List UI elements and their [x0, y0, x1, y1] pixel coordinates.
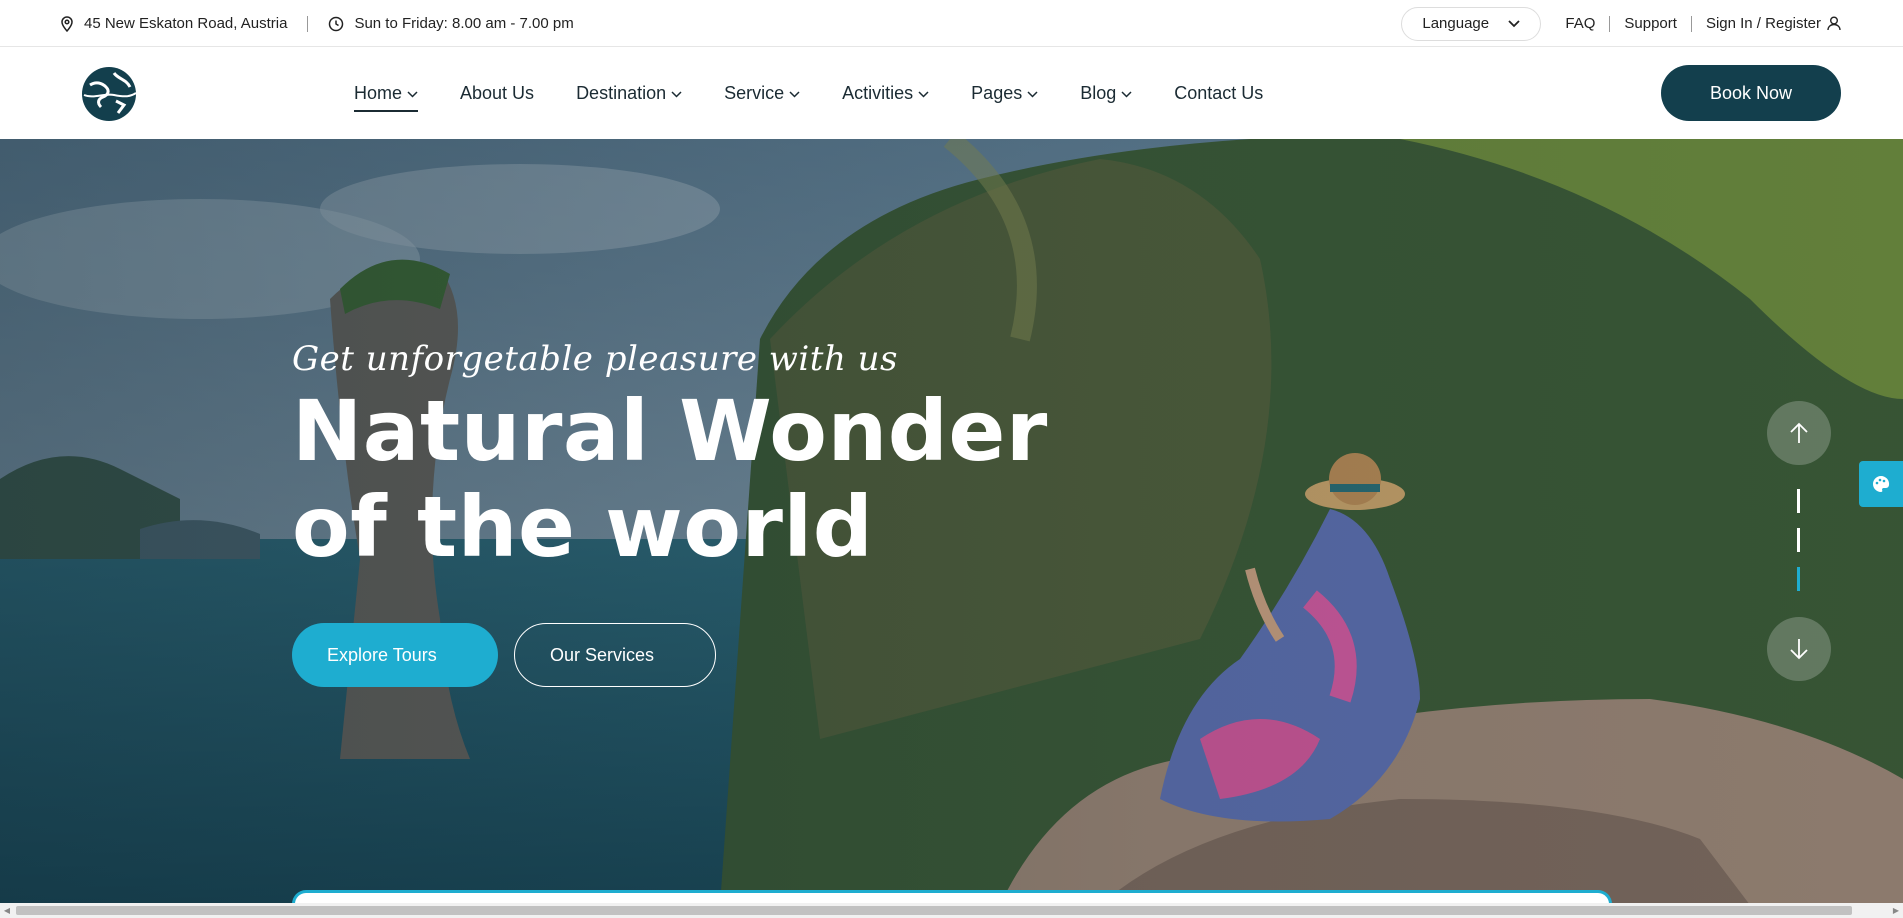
- hours-text: Sun to Friday: 8.00 am - 7.00 pm: [354, 15, 574, 32]
- slider-next-button[interactable]: [1767, 617, 1831, 681]
- nav-item-contact[interactable]: Contact Us: [1174, 47, 1263, 139]
- nav-label: Activities: [842, 82, 914, 103]
- nav-label: About Us: [460, 82, 535, 103]
- hero-title: Natural Wonder of the world: [292, 383, 1048, 575]
- chevron-down-icon: [1027, 90, 1038, 98]
- hero-content: Get unforgetable pleasure with us Natura…: [292, 339, 1048, 687]
- menu: Home About Us Destination Service Activi…: [354, 47, 1305, 139]
- divider: [1609, 15, 1611, 32]
- nav-item-about[interactable]: About Us: [460, 47, 534, 139]
- location-pin-icon: [61, 15, 73, 32]
- nav-item-home[interactable]: Home: [354, 47, 419, 139]
- clock-icon: [329, 16, 344, 31]
- our-services-button[interactable]: Our Services: [514, 623, 716, 687]
- chevron-down-icon: [1508, 19, 1521, 27]
- hero-title-line1: Natural Wonder: [292, 382, 1048, 480]
- chevron-down-icon: [789, 90, 800, 98]
- site-logo[interactable]: [80, 65, 138, 123]
- nav-item-blog[interactable]: Blog: [1080, 47, 1132, 139]
- main-navigation: Home About Us Destination Service Activi…: [0, 47, 1903, 139]
- address-item: 45 New Eskaton Road, Austria: [60, 15, 287, 32]
- signin-label: Sign In / Register: [1705, 15, 1821, 32]
- divider: [1690, 15, 1692, 32]
- chevron-down-icon: [918, 90, 929, 98]
- nav-item-service[interactable]: Service: [724, 47, 800, 139]
- nav-item-pages[interactable]: Pages: [971, 47, 1038, 139]
- nav-item-destination[interactable]: Destination: [576, 47, 682, 139]
- hours-item: Sun to Friday: 8.00 am - 7.00 pm: [328, 15, 574, 32]
- user-icon: [1827, 16, 1841, 31]
- scroll-right-icon[interactable]: ▶: [1889, 903, 1903, 918]
- theme-switcher-button[interactable]: [1859, 461, 1903, 507]
- address-text: 45 New Eskaton Road, Austria: [84, 15, 288, 32]
- nav-label: Blog: [1080, 82, 1117, 103]
- slider-dot-active[interactable]: [1797, 567, 1800, 591]
- chevron-down-icon: [671, 90, 682, 98]
- support-link[interactable]: Support: [1624, 15, 1677, 32]
- nav-label: Destination: [576, 82, 667, 103]
- hero-tagline: Get unforgetable pleasure with us: [292, 339, 898, 379]
- slider-prev-button[interactable]: [1767, 401, 1831, 465]
- book-now-button[interactable]: Book Now: [1661, 65, 1841, 121]
- hero-title-line2: of the world: [292, 478, 874, 576]
- nav-label: Home: [354, 82, 403, 103]
- scrollbar-thumb[interactable]: [16, 906, 1852, 915]
- slider-dot[interactable]: [1797, 489, 1800, 513]
- scroll-left-icon[interactable]: ◀: [0, 903, 14, 918]
- slider-dot[interactable]: [1797, 528, 1800, 552]
- nav-label: Service: [724, 82, 785, 103]
- language-select[interactable]: Language: [1401, 6, 1542, 41]
- horizontal-scrollbar[interactable]: ◀ ▶: [0, 903, 1903, 918]
- signin-link[interactable]: Sign In / Register: [1706, 15, 1841, 32]
- chevron-down-icon: [407, 90, 418, 98]
- arrow-up-icon: [1790, 422, 1808, 443]
- language-label: Language: [1422, 15, 1490, 32]
- hero-slider: Get unforgetable pleasure with us Natura…: [0, 139, 1903, 905]
- nav-label: Pages: [971, 82, 1023, 103]
- divider: [307, 15, 309, 32]
- nav-label: Contact Us: [1174, 82, 1264, 103]
- explore-tours-button[interactable]: Explore Tours: [292, 623, 498, 687]
- nav-item-activities[interactable]: Activities: [842, 47, 929, 139]
- faq-link[interactable]: FAQ: [1565, 15, 1595, 32]
- chevron-down-icon: [1121, 90, 1132, 98]
- palette-icon: [1873, 475, 1890, 492]
- arrow-down-icon: [1790, 639, 1808, 660]
- top-info-bar: 45 New Eskaton Road, Austria Sun to Frid…: [0, 0, 1903, 47]
